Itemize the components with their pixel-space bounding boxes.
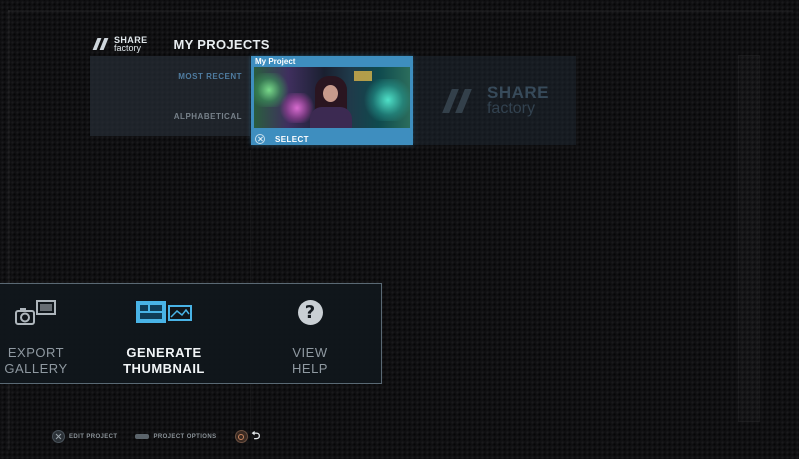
- export-gallery-line2: GALLERY: [4, 361, 68, 376]
- share-factory-screen: SHARE factory MY PROJECTS MOST RECENT AL…: [0, 0, 799, 459]
- thumbnail-icon: [135, 298, 193, 326]
- share-factory-slash-icon: [441, 87, 481, 115]
- view-help-button[interactable]: ? VIEW HELP: [245, 284, 375, 383]
- project-card[interactable]: My Project SELECT: [251, 56, 413, 145]
- generate-thumbnail-button[interactable]: GENERATE THUMBNAIL: [99, 284, 229, 383]
- export-gallery-line1: EXPORT: [7, 345, 65, 360]
- camera-export-icon: [14, 298, 58, 326]
- project-action-panel: EXPORT GALLERY GENERATE THUMBNAIL ? VIEW…: [0, 283, 382, 384]
- cross-button-icon: [255, 134, 265, 144]
- view-help-line2: HELP: [292, 361, 328, 376]
- project-thumbnail: [254, 67, 410, 128]
- sort-panel: MOST RECENT ALPHABETICAL: [90, 56, 250, 136]
- frame-left-edge: [8, 10, 10, 450]
- project-select-prompt[interactable]: SELECT: [255, 134, 309, 144]
- view-help-line1: VIEW: [292, 345, 328, 360]
- logo-wordmark: SHARE factory: [114, 36, 148, 53]
- share-factory-placeholder-logo: SHARE factory: [441, 82, 549, 117]
- project-options-hint[interactable]: PROJECT OPTIONS: [135, 434, 216, 440]
- placeholder-word-factory: factory: [486, 99, 535, 117]
- placeholder-wordmark: SHARE factory: [486, 82, 549, 117]
- edit-project-hint[interactable]: EDIT PROJECT: [52, 430, 117, 443]
- logo-word-factory: factory: [114, 43, 142, 53]
- sort-most-recent[interactable]: MOST RECENT: [178, 72, 242, 81]
- empty-project-slot[interactable]: SHARE factory: [414, 56, 576, 145]
- help-icon: ?: [297, 299, 323, 325]
- edit-project-label: EDIT PROJECT: [69, 433, 118, 440]
- project-title: My Project: [255, 57, 296, 66]
- export-gallery-button[interactable]: EXPORT GALLERY: [0, 284, 101, 383]
- page-title: MY PROJECTS: [173, 36, 270, 52]
- controller-hints-footer: EDIT PROJECT PROJECT OPTIONS ⮌: [52, 427, 279, 446]
- back-arrow-icon: ⮌: [251, 429, 261, 442]
- right-scroll-area: [738, 55, 760, 422]
- circle-button-icon: [234, 430, 248, 443]
- options-button-icon: [135, 434, 150, 439]
- header: SHARE factory MY PROJECTS: [92, 33, 270, 55]
- back-hint[interactable]: ⮌: [234, 427, 261, 446]
- sort-alphabetical[interactable]: ALPHABETICAL: [174, 112, 242, 121]
- cross-button-icon: [52, 430, 65, 443]
- select-label: SELECT: [275, 134, 309, 144]
- generate-thumbnail-line2: THUMBNAIL: [123, 361, 205, 376]
- frame-top-edge: [8, 10, 793, 12]
- generate-thumbnail-line1: GENERATE: [126, 345, 202, 360]
- project-options-label: PROJECT OPTIONS: [153, 433, 217, 440]
- placeholder-word-share: SHARE: [486, 82, 549, 102]
- share-factory-slash-icon: [92, 37, 112, 51]
- share-factory-logo: SHARE factory: [92, 36, 148, 53]
